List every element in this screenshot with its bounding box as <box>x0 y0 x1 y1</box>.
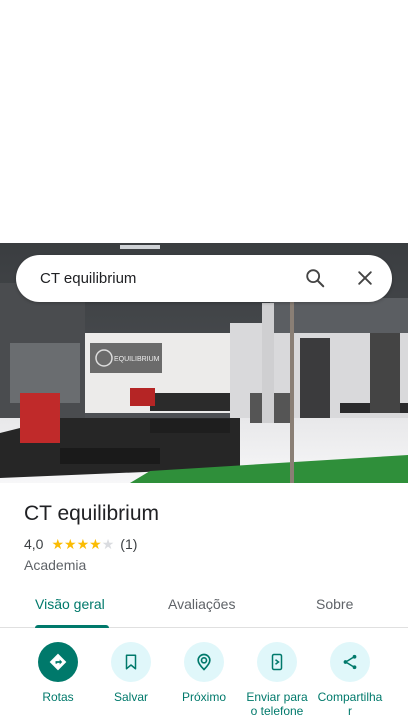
search-query[interactable]: CT equilibrium <box>40 270 392 287</box>
star-icon: ★ <box>51 536 65 552</box>
star-icon: ★ <box>89 536 102 552</box>
send-to-phone-icon <box>257 642 297 682</box>
tab-reviews[interactable]: Avaliações <box>168 596 235 612</box>
place-name: CT equilibrium <box>24 502 159 525</box>
star-icon: ★ <box>76 536 90 552</box>
directions-icon <box>38 642 78 682</box>
tab-bar: Visão geral Avaliações Sobre <box>0 584 408 628</box>
directions-button[interactable]: Rotas <box>18 642 98 704</box>
nearby-button[interactable]: Próximo <box>164 642 244 704</box>
send-to-phone-label: Enviar para o telefone <box>246 690 308 718</box>
tab-about[interactable]: Sobre <box>316 596 353 612</box>
nearby-label: Próximo <box>181 690 226 704</box>
place-sheet: EQUILIBRIUM CT equilibrium CT equilibriu… <box>0 0 408 726</box>
star-rating: ★ ★ ★ ★ ★ <box>51 537 114 551</box>
directions-label: Rotas <box>42 690 74 704</box>
star-icon: ★ <box>101 536 115 552</box>
nearby-icon <box>184 642 224 682</box>
bookmark-icon <box>111 642 151 682</box>
search-bar[interactable]: CT equilibrium <box>16 255 392 302</box>
rating-value: 4,0 <box>24 536 44 552</box>
place-category: Academia <box>24 557 87 573</box>
share-label: Compartilhar <box>317 690 383 718</box>
share-button[interactable]: Compartilhar <box>310 642 390 718</box>
share-icon <box>330 642 370 682</box>
search-icon[interactable] <box>303 266 327 290</box>
close-icon[interactable] <box>353 266 377 290</box>
gym-sign-text: EQUILIBRIUM <box>114 356 160 363</box>
review-count[interactable]: (1) <box>120 536 137 552</box>
tab-active-indicator <box>35 625 109 628</box>
save-button[interactable]: Salvar <box>91 642 171 704</box>
rating-row[interactable]: 4,0 ★ ★ ★ ★ ★ (1) <box>24 536 137 552</box>
star-icon: ★ <box>64 536 77 552</box>
save-label: Salvar <box>113 690 148 704</box>
send-to-phone-button[interactable]: Enviar para o telefone <box>237 642 317 718</box>
tab-overview[interactable]: Visão geral <box>35 596 105 612</box>
